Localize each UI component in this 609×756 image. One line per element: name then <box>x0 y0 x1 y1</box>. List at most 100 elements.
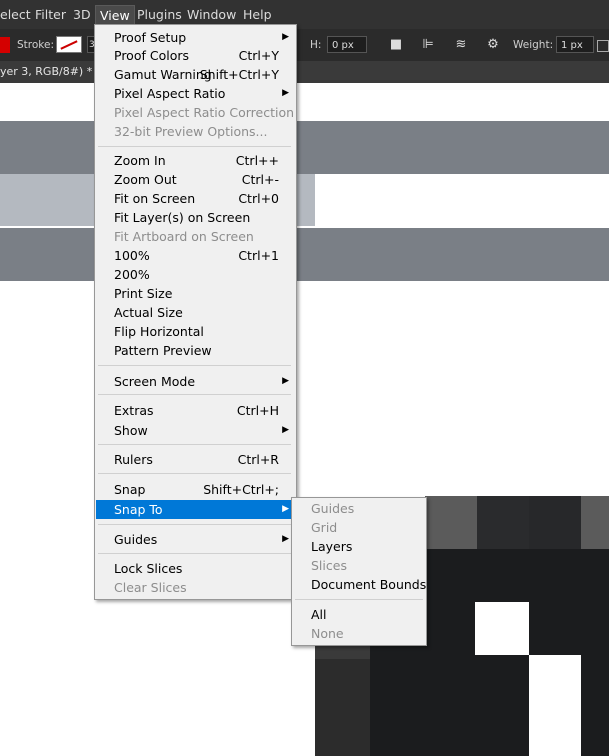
menu-item-label: 32-bit Preview Options... <box>114 124 268 139</box>
path-alignment-icon[interactable]: ⊫ <box>421 38 435 52</box>
menu-item-label: Fit Artboard on Screen <box>114 229 254 244</box>
view-menu-item-snap[interactable]: Snap Shift+Ctrl+; <box>96 480 295 499</box>
pixel-block <box>477 496 529 549</box>
menu-separator <box>98 146 291 147</box>
fill-swatch[interactable] <box>0 37 10 53</box>
menu-separator <box>98 524 291 525</box>
view-menu-item-pattern-preview[interactable]: Pattern Preview <box>96 341 295 360</box>
menu-item-label: All <box>311 607 327 622</box>
menu-item-label: 200% <box>114 267 150 282</box>
view-menu-item-proof-setup[interactable]: Proof Setup ▶ <box>96 28 295 47</box>
menu-item-label: Proof Setup <box>114 30 187 45</box>
weight-field[interactable]: 1 px <box>556 36 594 53</box>
menu-item-shortcut: Ctrl+0 <box>238 191 279 206</box>
menu-item-label: Clear Slices <box>114 580 187 595</box>
canvas-band-top <box>0 121 609 174</box>
menu-item-label: Guides <box>311 501 355 516</box>
menu-item-label: Rulers <box>114 452 153 467</box>
view-menu-item-snap-to[interactable]: Snap To ▶ <box>96 500 295 519</box>
menu-item-shortcut: Shift+Ctrl+; <box>203 482 279 497</box>
menu-item-label: Layers <box>311 539 353 554</box>
view-menu-item-fit-layer-s-on-screen[interactable]: Fit Layer(s) on Screen <box>96 208 295 227</box>
view-menu-item-pixel-aspect-ratio[interactable]: Pixel Aspect Ratio ▶ <box>96 84 295 103</box>
menu-item-label: Lock Slices <box>114 561 183 576</box>
path-operations-icon[interactable]: ■ <box>389 38 403 52</box>
menu-item-shortcut: Ctrl++ <box>235 153 279 168</box>
menu-item-shortcut: Ctrl+R <box>237 452 279 467</box>
stroke-label: Stroke: <box>17 39 54 51</box>
view-menu-item-screen-mode[interactable]: Screen Mode ▶ <box>96 372 295 391</box>
menu-item-label: Flip Horizontal <box>114 324 204 339</box>
align-edges-checkbox[interactable] <box>597 40 609 52</box>
menu-separator <box>98 394 291 395</box>
view-menu-item-proof-colors[interactable]: Proof Colors Ctrl+Y <box>96 46 295 65</box>
snap-to-item-layers[interactable]: Layers <box>293 537 425 556</box>
menu-item-label: Snap To <box>114 502 163 517</box>
snap-to-item-slices: Slices <box>293 556 425 575</box>
view-menu-item-extras[interactable]: Extras Ctrl+H <box>96 401 295 420</box>
menu-item-label: Grid <box>311 520 338 535</box>
submenu-arrow-icon: ▶ <box>282 425 289 435</box>
menu-item-label: Gamut Warning <box>114 67 212 82</box>
gear-icon[interactable]: ⚙ <box>486 38 500 52</box>
menu-item-shortcut: Shift+Ctrl+Y <box>199 67 279 82</box>
h-label: H: <box>310 39 322 51</box>
menu-item-label: Snap <box>114 482 146 497</box>
view-menu-item-100[interactable]: 100% Ctrl+1 <box>96 246 295 265</box>
menu-separator <box>98 553 291 554</box>
snap-to-item-all[interactable]: All <box>293 605 425 624</box>
view-menu-item-clear-slices: Clear Slices <box>96 578 295 597</box>
menu-item-label: Print Size <box>114 286 173 301</box>
submenu-arrow-icon: ▶ <box>282 504 289 514</box>
menu-item-label: Actual Size <box>114 305 183 320</box>
view-menu-item-gamut-warning[interactable]: Gamut Warning Shift+Ctrl+Y <box>96 65 295 84</box>
view-menu-item-actual-size[interactable]: Actual Size <box>96 303 295 322</box>
menu-filter[interactable]: Filter <box>35 6 66 24</box>
view-menu-item-show[interactable]: Show ▶ <box>96 421 295 440</box>
pixel-block <box>315 659 370 756</box>
view-menu-item-fit-on-screen[interactable]: Fit on Screen Ctrl+0 <box>96 189 295 208</box>
height-field[interactable]: 0 px <box>327 36 367 53</box>
submenu-arrow-icon: ▶ <box>282 32 289 42</box>
menu-item-shortcut: Ctrl+Y <box>238 48 279 63</box>
pixel-block <box>315 646 370 659</box>
menu-select[interactable]: elect <box>0 6 31 24</box>
view-menu-item-zoom-in[interactable]: Zoom In Ctrl++ <box>96 151 295 170</box>
stroke-swatch[interactable] <box>56 36 82 53</box>
view-menu-item-print-size[interactable]: Print Size <box>96 284 295 303</box>
menu-item-label: Guides <box>114 532 158 547</box>
menu-help[interactable]: Help <box>243 6 272 24</box>
view-menu-item-lock-slices[interactable]: Lock Slices <box>96 559 295 578</box>
menu-separator <box>98 365 291 366</box>
view-menu-item-flip-horizontal[interactable]: Flip Horizontal <box>96 322 295 341</box>
menu-item-label: Slices <box>311 558 347 573</box>
snap-to-item-none: None <box>293 624 425 643</box>
menu-item-label: Extras <box>114 403 154 418</box>
view-menu-item-32-bit-preview-options: 32-bit Preview Options... <box>96 122 295 141</box>
view-menu-item-200[interactable]: 200% <box>96 265 295 284</box>
document-tab[interactable]: yer 3, RGB/8#) * <box>0 61 92 83</box>
menu-item-label: Fit on Screen <box>114 191 196 206</box>
menu-3d[interactable]: 3D <box>73 6 91 24</box>
view-menu-item-guides[interactable]: Guides ▶ <box>96 530 295 549</box>
snap-to-item-document-bounds[interactable]: Document Bounds <box>293 575 426 594</box>
menu-window[interactable]: Window <box>187 6 236 24</box>
path-arrangement-icon[interactable]: ≋ <box>454 38 468 52</box>
view-menu-item-zoom-out[interactable]: Zoom Out Ctrl+- <box>96 170 295 189</box>
view-menu-item-fit-artboard-on-screen: Fit Artboard on Screen <box>96 227 295 246</box>
menu-item-shortcut: Ctrl+- <box>241 172 279 187</box>
menu-plugins[interactable]: Plugins <box>137 6 182 24</box>
pixel-block-white <box>475 602 529 655</box>
options-bar: Stroke: 3 H: 0 px ■ ⊫ ≋ ⚙ Weight: 1 px <box>0 29 609 61</box>
menu-separator <box>295 599 423 600</box>
menu-item-label: Show <box>114 423 148 438</box>
submenu-arrow-icon: ▶ <box>282 376 289 386</box>
snap-to-submenu: Guides Grid Layers Slices Document Bounds All… <box>291 497 427 646</box>
canvas[interactable] <box>0 83 609 756</box>
menu-separator <box>98 473 291 474</box>
view-menu-item-rulers[interactable]: Rulers Ctrl+R <box>96 450 295 469</box>
menu-separator <box>98 444 291 445</box>
submenu-arrow-icon: ▶ <box>282 534 289 544</box>
pixel-block-white <box>529 655 581 756</box>
menu-bar: elect Filter 3D View Plugins Window Help <box>0 0 609 29</box>
